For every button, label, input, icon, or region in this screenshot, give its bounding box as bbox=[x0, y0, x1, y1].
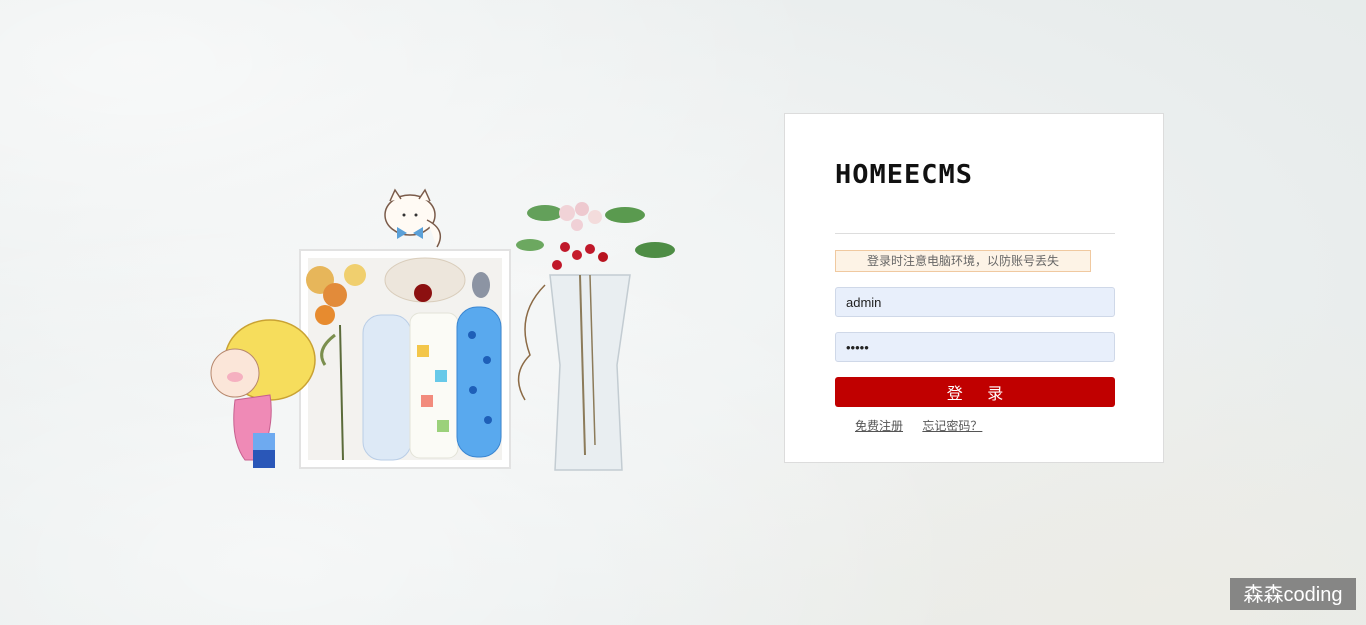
homeecms-logo: HOMEECMS bbox=[835, 160, 974, 190]
decorative-illustration bbox=[210, 188, 675, 471]
login-notice: 登录时注意电脑环境，以防账号丢失 bbox=[835, 250, 1091, 272]
login-panel: HOMEECMS 登录时注意电脑环境，以防账号丢失 登 录 免费注册 忘记密码？ bbox=[784, 113, 1164, 463]
login-button[interactable]: 登 录 bbox=[835, 377, 1115, 407]
username-input[interactable] bbox=[835, 287, 1115, 317]
auth-links: 免费注册 忘记密码？ bbox=[855, 417, 998, 434]
register-link[interactable]: 免费注册 bbox=[855, 419, 903, 433]
divider bbox=[835, 233, 1115, 234]
vase-image bbox=[516, 202, 675, 471]
gift-box-image bbox=[299, 249, 511, 469]
forgot-password-link[interactable]: 忘记密码？ bbox=[922, 419, 982, 433]
cat-doodle bbox=[384, 188, 442, 248]
watermark: 森森coding bbox=[1230, 578, 1356, 610]
password-input[interactable] bbox=[835, 332, 1115, 362]
